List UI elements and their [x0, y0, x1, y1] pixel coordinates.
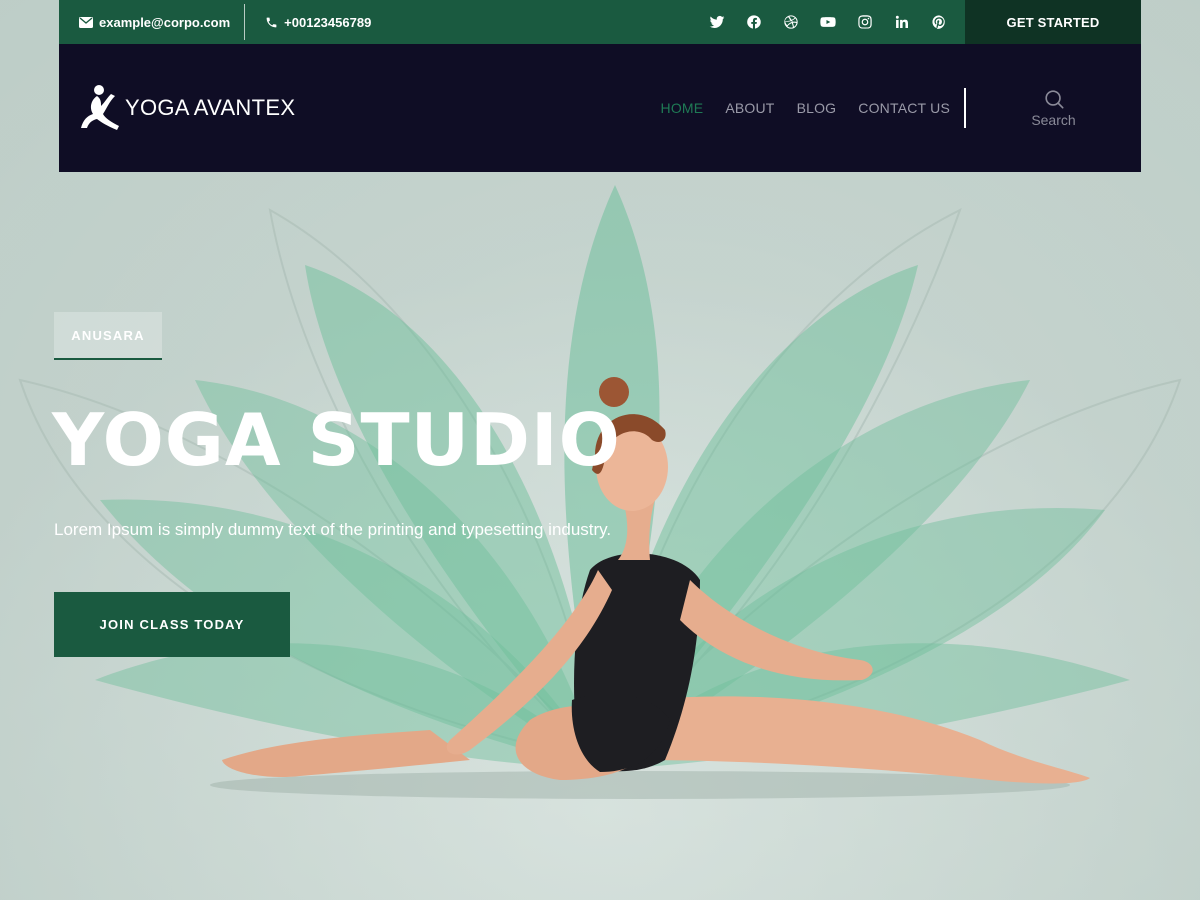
yoga-pose-logo-icon [81, 85, 119, 130]
nav-menu: HOME ABOUT BLOG CONTACT US [661, 100, 950, 116]
join-class-button[interactable]: JOIN CLASS TODAY [54, 592, 290, 657]
logo-text: YOGA AVANTEX [125, 95, 296, 120]
phone-icon [266, 17, 277, 27]
phone-link[interactable]: +00123456789 [245, 0, 385, 44]
social-links [698, 0, 957, 44]
nav-item-blog[interactable]: BLOG [797, 100, 837, 116]
instagram-icon[interactable] [846, 0, 883, 44]
dribbble-icon[interactable] [772, 0, 809, 44]
get-started-button[interactable]: GET STARTED [965, 0, 1141, 44]
hero-subtitle: Lorem Ipsum is simply dummy text of the … [54, 520, 612, 539]
twitter-icon[interactable] [698, 0, 735, 44]
envelope-icon [79, 16, 93, 28]
search-button[interactable]: Search [966, 88, 1141, 128]
nav-item-home[interactable]: HOME [661, 100, 704, 116]
hero-title: YOGA STUDIO [52, 398, 621, 482]
facebook-icon[interactable] [735, 0, 772, 44]
nav-item-contact-us[interactable]: CONTACT US [858, 100, 950, 116]
nav-item-about[interactable]: ABOUT [725, 100, 774, 116]
hero-tag: ANUSARA [54, 312, 162, 360]
top-bar: example@corpo.com +00123456789 GET START… [59, 0, 1141, 44]
pinterest-icon[interactable] [920, 0, 957, 44]
site-logo[interactable]: YOGA AVANTEX [79, 82, 295, 134]
linkedin-icon[interactable] [883, 0, 920, 44]
email-text: example@corpo.com [99, 14, 231, 30]
phone-text: +00123456789 [284, 14, 372, 30]
youtube-icon[interactable] [809, 0, 846, 44]
search-label: Search [1031, 112, 1076, 128]
main-navigation: YOGA AVANTEX HOME ABOUT BLOG CONTACT US … [59, 44, 1141, 172]
email-link[interactable]: example@corpo.com [59, 0, 244, 44]
search-icon [1044, 90, 1064, 109]
contact-info: example@corpo.com +00123456789 [59, 0, 385, 44]
